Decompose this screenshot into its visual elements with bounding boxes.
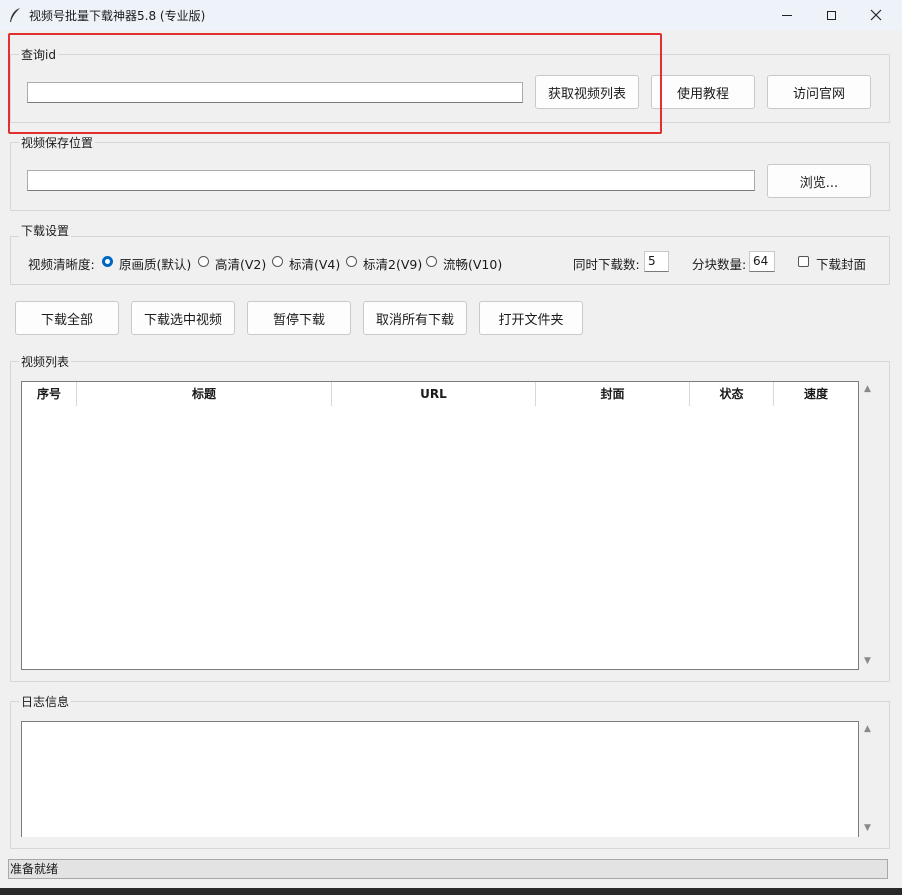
save-location-label: 视频保存位置: [19, 134, 96, 151]
close-icon: [870, 9, 882, 21]
quality-radio-v4[interactable]: [272, 256, 283, 267]
title-bar: 视频号批量下载神器5.8 (专业版): [0, 0, 902, 30]
download-cover-label[interactable]: 下载封面: [816, 254, 866, 273]
column-header-speed[interactable]: 速度: [774, 382, 858, 406]
quality-label: 视频清晰度:: [28, 257, 95, 272]
download-selected-button[interactable]: 下载选中视频: [131, 301, 235, 335]
video-list-scroll-down-icon[interactable]: ▼: [864, 656, 871, 666]
log-scroll-up-icon[interactable]: ▲: [864, 724, 871, 734]
concurrent-downloads-label: 同时下载数:: [573, 257, 640, 272]
maximize-button[interactable]: [808, 0, 854, 30]
pause-download-button[interactable]: 暂停下载: [247, 301, 351, 335]
window-title: 视频号批量下载神器5.8 (专业版): [29, 9, 206, 23]
save-path-input[interactable]: [27, 170, 755, 191]
minimize-button[interactable]: [764, 0, 810, 30]
highlight-box: [8, 33, 662, 134]
quality-radio-v2[interactable]: [198, 256, 209, 267]
status-bar: 准备就绪: [8, 859, 888, 879]
visit-website-button[interactable]: 访问官网: [767, 75, 871, 109]
log-label: 日志信息: [19, 693, 72, 710]
maximize-icon: [826, 10, 836, 20]
quality-radio-v10[interactable]: [426, 256, 437, 267]
feather-icon: [10, 8, 20, 22]
log-text-area[interactable]: [21, 721, 859, 837]
quality-option-v4[interactable]: 标清(V4): [289, 254, 340, 273]
download-all-button[interactable]: 下载全部: [15, 301, 119, 335]
tutorial-button[interactable]: 使用教程: [651, 75, 755, 109]
quality-option-v9[interactable]: 标清2(V9): [363, 254, 422, 273]
video-list-label: 视频列表: [19, 353, 72, 370]
video-list-scroll-up-icon[interactable]: ▲: [864, 384, 871, 394]
download-cover-checkbox[interactable]: [798, 256, 809, 267]
column-header-index[interactable]: 序号: [22, 382, 77, 406]
column-header-cover[interactable]: 封面: [536, 382, 690, 406]
taskbar-edge: [0, 888, 902, 895]
concurrent-downloads-spinbox[interactable]: 5: [644, 251, 669, 272]
close-button[interactable]: [853, 0, 899, 30]
quality-radio-original[interactable]: [102, 256, 113, 267]
quality-radio-v9[interactable]: [346, 256, 357, 267]
chunk-count-spinbox[interactable]: 64: [749, 251, 775, 272]
quality-option-v2[interactable]: 高清(V2): [215, 254, 266, 273]
column-header-status[interactable]: 状态: [690, 382, 774, 406]
quality-option-original[interactable]: 原画质(默认): [119, 254, 191, 273]
minimize-icon: [782, 14, 792, 16]
chunk-count-label: 分块数量:: [692, 257, 747, 272]
column-header-url[interactable]: URL: [332, 382, 536, 406]
cancel-all-downloads-button[interactable]: 取消所有下载: [363, 301, 467, 335]
download-settings-label: 下载设置: [19, 222, 72, 239]
quality-option-v10[interactable]: 流畅(V10): [443, 254, 502, 273]
open-folder-button[interactable]: 打开文件夹: [479, 301, 583, 335]
browse-button[interactable]: 浏览...: [767, 164, 871, 198]
log-scroll-down-icon[interactable]: ▼: [864, 823, 871, 833]
column-header-title[interactable]: 标题: [77, 382, 332, 406]
video-list-table[interactable]: 序号 标题 URL 封面 状态 速度: [21, 381, 859, 670]
